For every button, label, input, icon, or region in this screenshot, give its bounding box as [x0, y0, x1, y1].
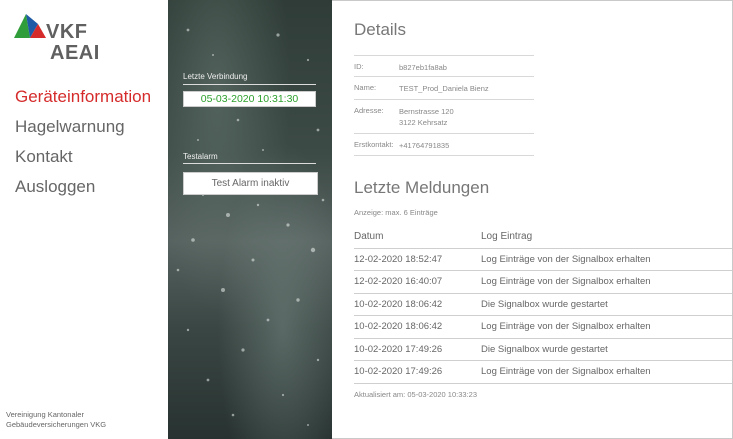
logo-triangles-icon: [14, 14, 46, 38]
log-table-header: Datum Log Eintrag: [354, 226, 732, 249]
status-panel: Letzte Verbindung 05-03-2020 10:31:30 Te…: [168, 0, 332, 439]
table-row: 12-02-2020 16:40:07 Log Einträge von der…: [354, 271, 732, 294]
table-row: 10-02-2020 18:06:42 Die Signalbox wurde …: [354, 294, 732, 316]
log-entry: Die Signalbox wurde gestartet: [481, 298, 608, 310]
log-date: 12-02-2020 18:52:47: [354, 253, 443, 265]
log-date: 12-02-2020 16:40:07: [354, 276, 443, 287]
log-date: 10-02-2020 18:06:42: [354, 298, 443, 310]
log-entry: Log Einträge von der Signalbox erhalten: [481, 253, 651, 265]
test-alarm-button[interactable]: Test Alarm inaktiv: [183, 172, 318, 195]
id-label: ID:: [354, 62, 364, 71]
testalarm-label: Testalarm: [183, 152, 218, 161]
log-date: 10-02-2020 17:49:26: [354, 343, 443, 355]
details-row-contact: Erstkontakt: +41764791835: [354, 134, 534, 156]
logo-text-aeai: AEAI: [50, 42, 100, 64]
connection-timestamp: 05-03-2020 10:31:30: [183, 91, 316, 107]
details-row-name: Name: TEST_Prod_Daniela Bienz: [354, 77, 534, 100]
contact-value: +41764791835: [399, 141, 450, 150]
address-label: Adresse:: [354, 106, 384, 115]
last-updated-text: Aktualisiert am: 05-03-2020 10:33:23: [354, 390, 477, 399]
vkf-aeai-logo[interactable]: VKF AEAI: [14, 14, 134, 64]
details-title: Details: [354, 20, 406, 39]
address-value: Bernstrasse 120 3122 Kehrsatz: [399, 106, 534, 128]
sidebar: VKF AEAI Geräteinformation Hagelwarnung …: [0, 0, 168, 439]
log-entry: Log Einträge von der Signalbox erhalten: [481, 366, 651, 377]
details-row-address: Adresse: Bernstrasse 120 3122 Kehrsatz: [354, 100, 534, 134]
col-header-entry: Log Eintrag: [481, 231, 533, 242]
menu-item-ausloggen[interactable]: Ausloggen: [15, 172, 151, 202]
address-line-2: 3122 Kehrsatz: [399, 118, 448, 127]
log-entry: Log Einträge von der Signalbox erhalten: [481, 321, 651, 332]
address-line-1: Bernstrasse 120: [399, 107, 454, 116]
table-row: 10-02-2020 17:49:26 Log Einträge von der…: [354, 361, 732, 384]
log-subtitle: Anzeige: max. 6 Einträge: [354, 208, 438, 217]
table-row: 12-02-2020 18:52:47 Log Einträge von der…: [354, 249, 732, 271]
log-date: 10-02-2020 17:49:26: [354, 366, 443, 377]
testalarm-divider: [183, 163, 316, 164]
raindrops-background: [176, 28, 325, 426]
contact-label: Erstkontakt:: [354, 140, 394, 149]
connection-divider: [183, 84, 316, 85]
log-date: 10-02-2020 18:06:42: [354, 321, 443, 332]
table-row: 10-02-2020 17:49:26 Die Signalbox wurde …: [354, 339, 732, 361]
name-label: Name:: [354, 83, 377, 92]
menu-item-geraeteinformation[interactable]: Geräteinformation: [15, 82, 151, 112]
log-title: Letzte Meldungen: [354, 178, 490, 197]
connection-label: Letzte Verbindung: [183, 72, 248, 81]
log-entry: Die Signalbox wurde gestartet: [481, 343, 608, 355]
logo-text-vkf: VKF: [46, 21, 88, 43]
table-row: 10-02-2020 18:06:42 Log Einträge von der…: [354, 316, 732, 339]
name-value: TEST_Prod_Daniela Bienz: [399, 84, 489, 93]
log-table: Datum Log Eintrag 12-02-2020 18:52:47 Lo…: [354, 226, 732, 384]
menu-item-kontakt[interactable]: Kontakt: [15, 142, 151, 172]
col-header-date: Datum: [354, 231, 384, 242]
main-content: Details ID: b827eb1fa8ab Name: TEST_Prod…: [332, 0, 733, 439]
details-row-id: ID: b827eb1fa8ab: [354, 55, 534, 77]
menu-item-hagelwarnung[interactable]: Hagelwarnung: [15, 112, 151, 142]
id-value: b827eb1fa8ab: [399, 63, 447, 72]
details-table: ID: b827eb1fa8ab Name: TEST_Prod_Daniela…: [354, 55, 534, 156]
footer-line-1: Vereinigung Kantonaler: [6, 410, 84, 419]
footer-organization: Vereinigung Kantonaler Gebäudeversicheru…: [6, 410, 106, 430]
main-menu: Geräteinformation Hagelwarnung Kontakt A…: [15, 82, 151, 202]
log-entry: Log Einträge von der Signalbox erhalten: [481, 276, 651, 287]
footer-line-2: Gebäudeversicherungen VKG: [6, 420, 107, 429]
